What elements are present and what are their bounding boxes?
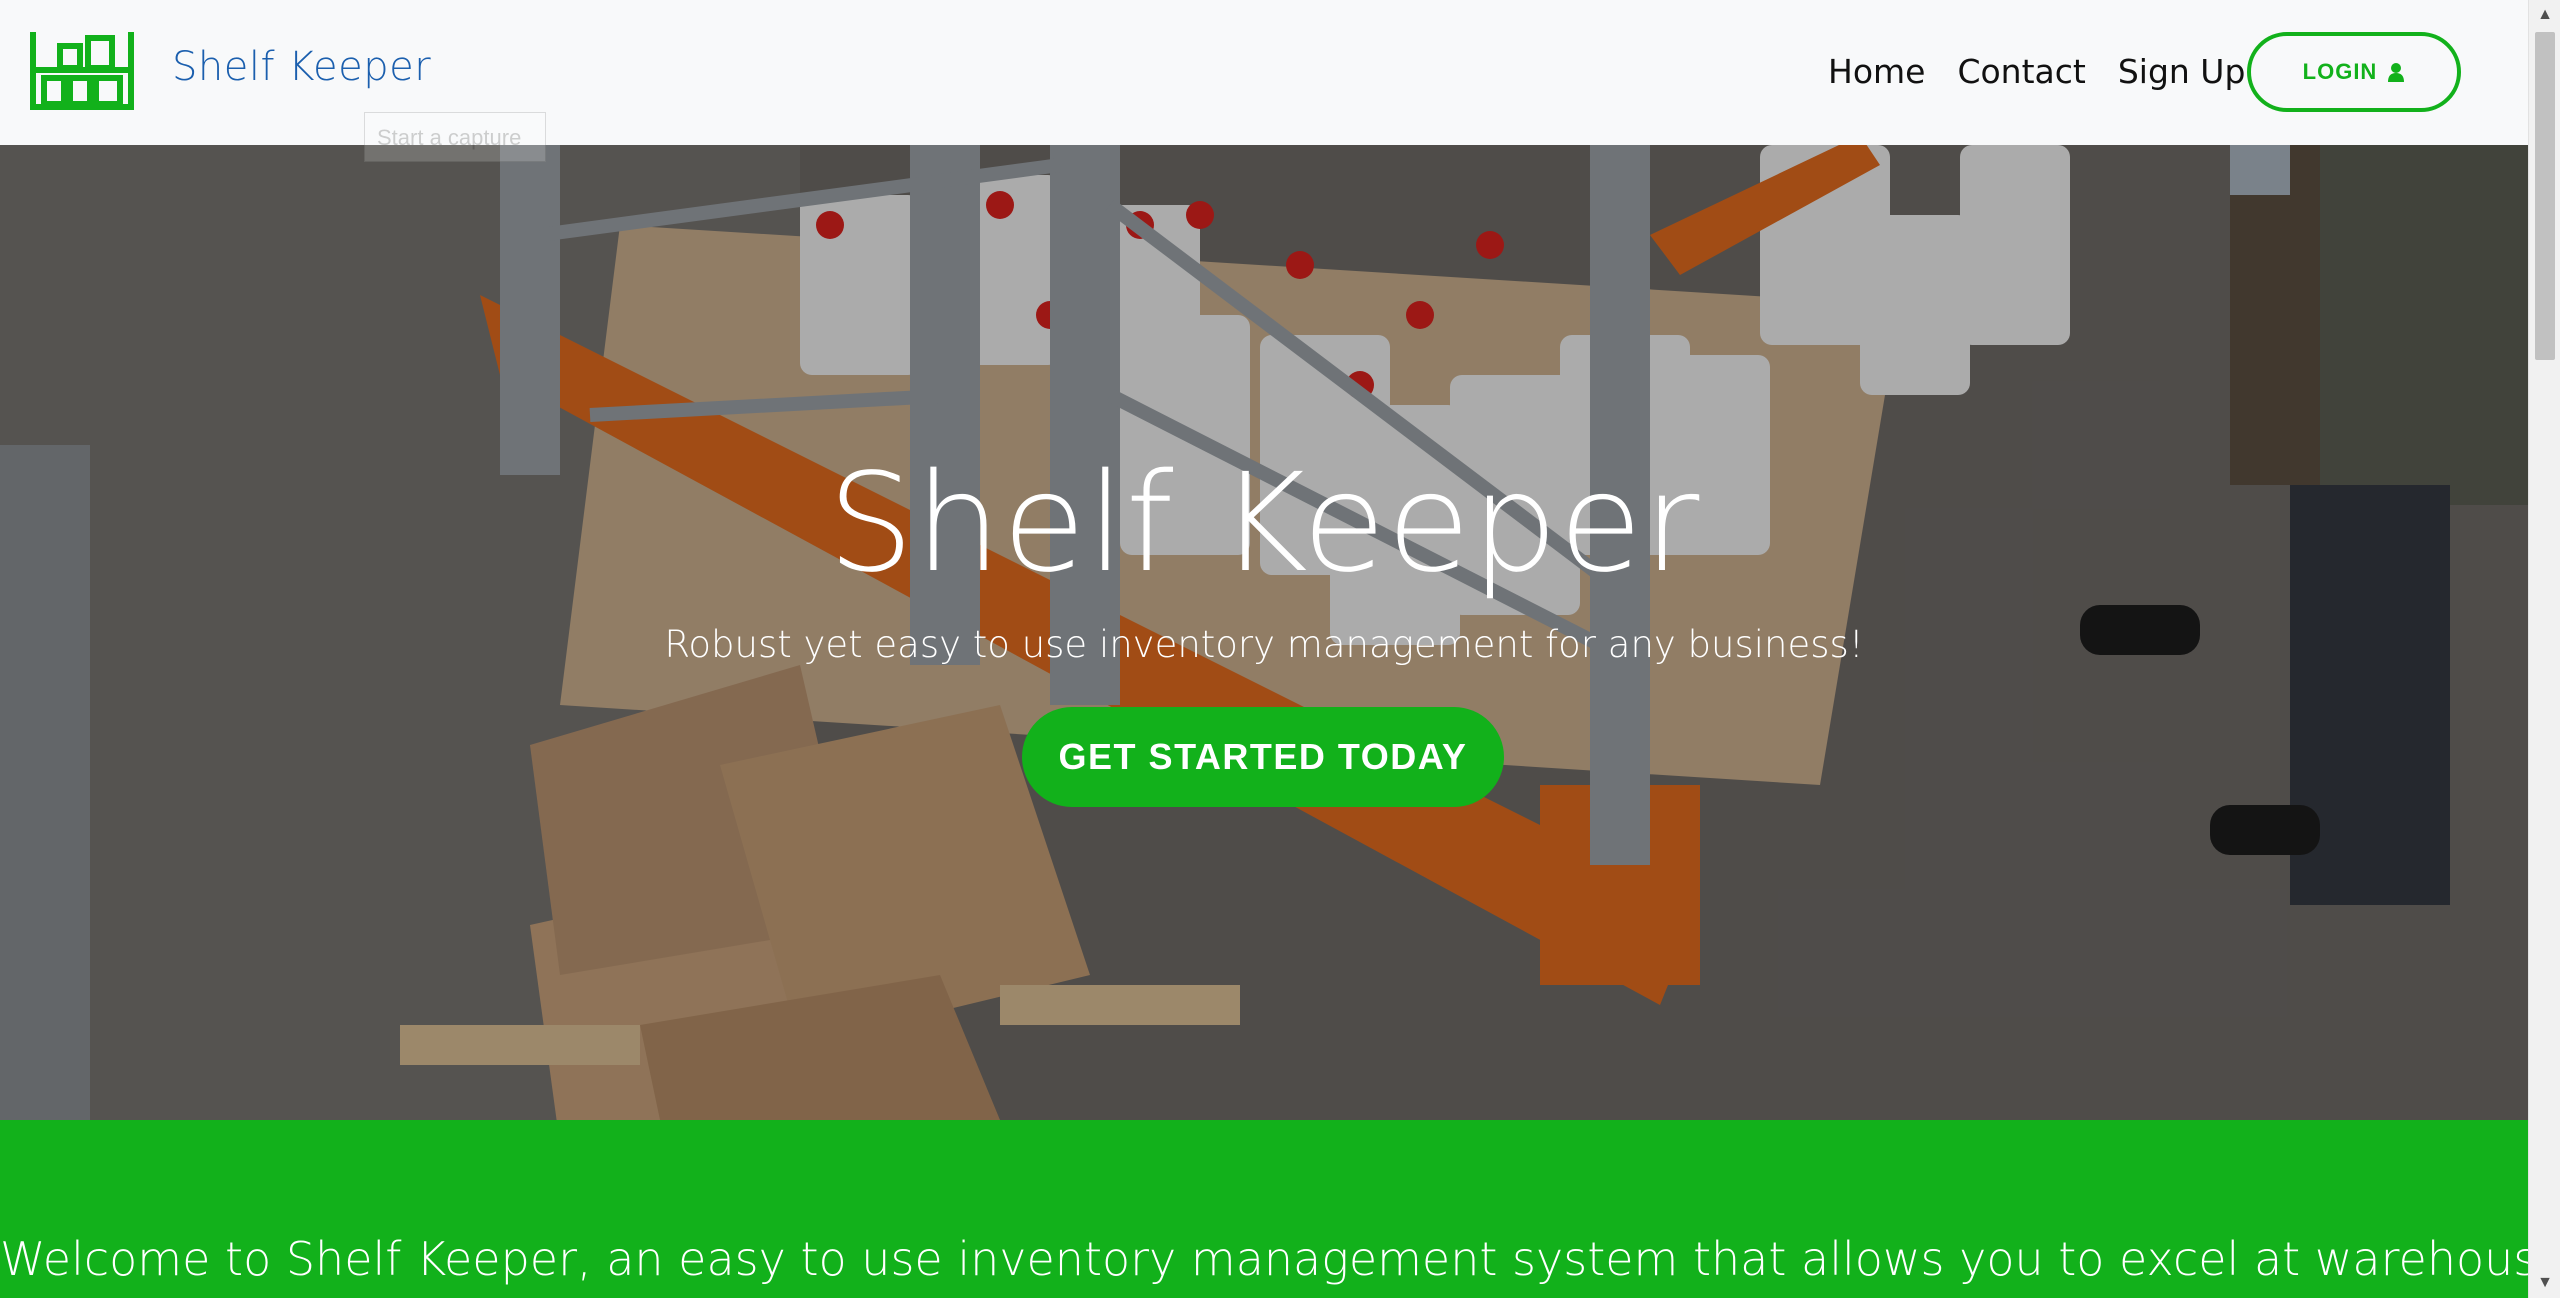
get-started-button[interactable]: GET STARTED TODAY [1022, 707, 1504, 807]
warehouse-shelf-icon[interactable] [30, 30, 134, 112]
welcome-text: Welcome to Shelf Keeper, an easy to use … [0, 1232, 2528, 1286]
login-button[interactable]: LOGIN [2247, 32, 2461, 112]
welcome-section: Welcome to Shelf Keeper, an easy to use … [0, 1120, 2528, 1298]
vertical-scrollbar[interactable]: ▲ ▼ [2528, 0, 2560, 1298]
scrollbar-thumb[interactable] [2535, 32, 2555, 360]
nav-link-sign-up[interactable]: Sign Up [2118, 52, 2246, 91]
scroll-up-arrow-icon[interactable]: ▲ [2529, 0, 2560, 30]
user-icon [2388, 63, 2405, 82]
login-label: LOGIN [2302, 59, 2378, 84]
hero-section: Shelf Keeper Robust yet easy to use inve… [0, 145, 2528, 1120]
hero-subtitle: Robust yet easy to use inventory managem… [664, 623, 1864, 666]
nav-link-contact[interactable]: Contact [1957, 52, 2085, 91]
brand-name[interactable]: Shelf Keeper [172, 44, 431, 90]
hero-title: Shelf Keeper [827, 445, 1701, 603]
nav-link-home[interactable]: Home [1828, 52, 1925, 91]
nav-links: Home Contact Sign Up [1828, 52, 2277, 91]
scroll-down-arrow-icon[interactable]: ▼ [2529, 1268, 2560, 1298]
capture-tooltip: Start a capture [364, 112, 546, 162]
